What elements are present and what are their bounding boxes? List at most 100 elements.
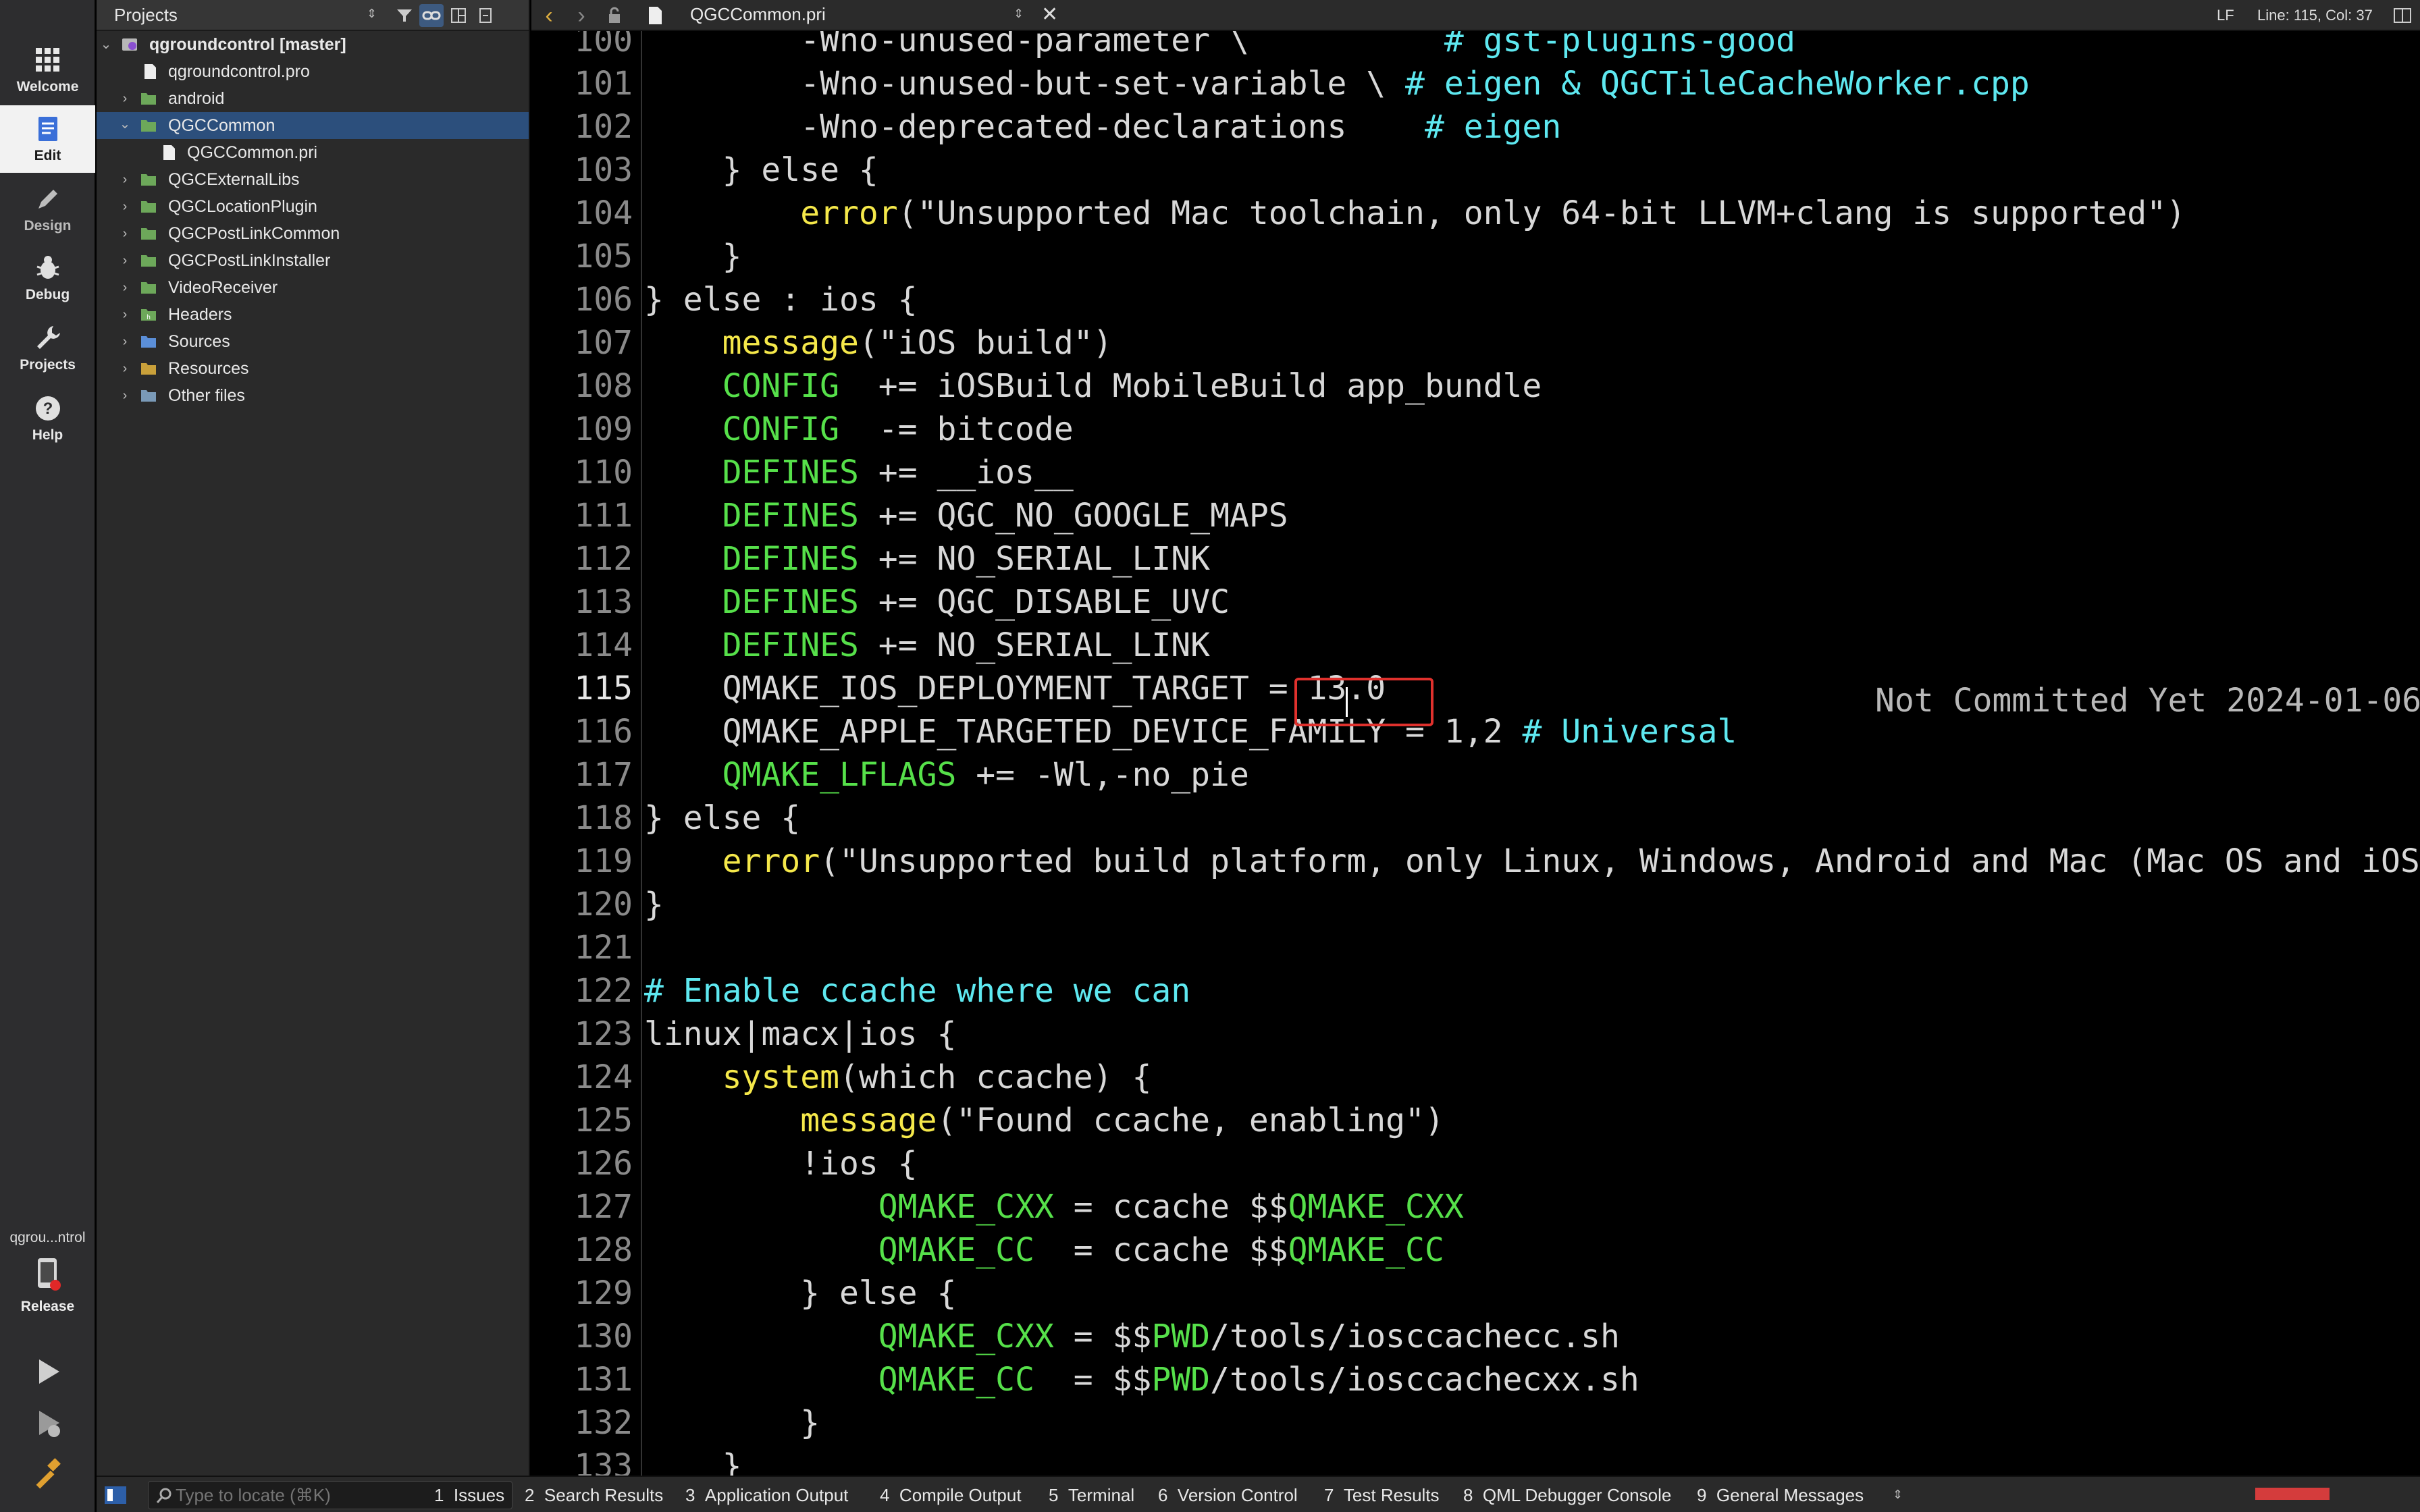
line-ending[interactable]: LF bbox=[2217, 7, 2234, 24]
filter-icon[interactable] bbox=[392, 4, 417, 27]
tree-item-headers[interactable]: › h Headers bbox=[97, 301, 529, 328]
pane-general-messages[interactable]: 9 General Messages bbox=[1697, 1485, 1864, 1506]
keyword-token: PWD bbox=[1151, 1361, 1211, 1399]
code-line[interactable]: } bbox=[644, 1401, 820, 1444]
code-line[interactable]: QMAKE_CC = $$PWD/tools/iosccachecxx.sh bbox=[644, 1358, 1639, 1401]
code-line[interactable]: error("Unsupported Mac toolchain, only 6… bbox=[644, 192, 2186, 235]
code-line[interactable]: QMAKE_LFLAGS += -Wl,-no_pie bbox=[644, 753, 1249, 796]
pane-version-control[interactable]: 6 Version Control bbox=[1158, 1485, 1298, 1506]
tree-item-label: QGCPostLinkCommon bbox=[168, 224, 340, 243]
tree-item-resources[interactable]: › Resources bbox=[97, 355, 529, 382]
code-line[interactable]: } bbox=[644, 883, 664, 926]
mode-help[interactable]: ? Help bbox=[0, 385, 95, 452]
code-editor[interactable]: 100 -Wno-unused-parameter \ # gst-plugin… bbox=[531, 31, 2420, 1476]
tree-item-qgcpostlinkcommon[interactable]: › QGCPostLinkCommon bbox=[97, 220, 529, 247]
function-token: error bbox=[722, 842, 820, 880]
tree-item-android[interactable]: › android bbox=[97, 85, 529, 112]
close-icon[interactable]: ✕ bbox=[1041, 3, 1058, 26]
code-line[interactable]: CONFIG -= bitcode bbox=[644, 408, 1074, 451]
chevron-right-icon[interactable]: › bbox=[118, 335, 132, 348]
code-line[interactable]: DEFINES += NO_SERIAL_LINK bbox=[644, 624, 1210, 667]
code-line[interactable]: message("iOS build") bbox=[644, 321, 1113, 364]
tree-item-pro-file[interactable]: qgroundcontrol.pro bbox=[97, 58, 529, 85]
code-line[interactable]: DEFINES += QGC_DISABLE_UVC bbox=[644, 580, 1230, 624]
chevron-updown-icon[interactable]: ⇕ bbox=[1893, 1488, 1903, 1502]
pane-terminal[interactable]: 5 Terminal bbox=[1049, 1485, 1134, 1506]
tree-item-other-files[interactable]: › Other files bbox=[97, 382, 529, 409]
chevron-right-icon[interactable]: › bbox=[118, 362, 132, 375]
tree-item-qgcpostlinkinstaller[interactable]: › QGCPostLinkInstaller bbox=[97, 247, 529, 274]
build-hammer-icon[interactable] bbox=[30, 1457, 65, 1492]
code-line[interactable]: error("Unsupported build platform, only … bbox=[644, 840, 2420, 883]
pane-issues[interactable]: 1 Issues bbox=[434, 1485, 504, 1506]
link-icon[interactable] bbox=[419, 4, 444, 27]
code-line[interactable]: system(which ccache) { bbox=[644, 1056, 1152, 1099]
code-line[interactable]: DEFINES += QGC_NO_GOOGLE_MAPS bbox=[644, 494, 1288, 537]
projects-view-selector[interactable]: Projects bbox=[114, 5, 178, 26]
chevron-right-icon[interactable]: › bbox=[118, 254, 132, 267]
pane-test-results[interactable]: 7 Test Results bbox=[1324, 1485, 1440, 1506]
code-line[interactable]: QMAKE_APPLE_TARGETED_DEVICE_FAMILY = 1,2… bbox=[644, 710, 1737, 753]
code-line[interactable]: DEFINES += NO_SERIAL_LINK bbox=[644, 537, 1210, 580]
tree-item-qgroundcontrol[interactable]: ⌄ qgroundcontrol [master] bbox=[97, 31, 529, 58]
lock-icon[interactable] bbox=[607, 7, 622, 24]
chevron-right-icon[interactable]: › bbox=[118, 281, 132, 294]
code-line[interactable]: message("Found ccache, enabling") bbox=[644, 1099, 1444, 1142]
code-line[interactable]: } else : ios { bbox=[644, 278, 918, 321]
cursor-position[interactable]: Line: 115, Col: 37 bbox=[2257, 7, 2373, 24]
tree-item-qgclocationplugin[interactable]: › QGCLocationPlugin bbox=[97, 193, 529, 220]
open-document-selector[interactable]: QGCCommon.pri bbox=[690, 4, 826, 25]
run-icon[interactable] bbox=[30, 1354, 65, 1389]
pane-qml-debugger-console[interactable]: 8 QML Debugger Console bbox=[1463, 1485, 1671, 1506]
code-line[interactable]: } else { bbox=[644, 1272, 956, 1315]
chevron-right-icon[interactable]: › bbox=[118, 227, 132, 240]
mode-edit[interactable]: Edit bbox=[0, 105, 95, 173]
code-line[interactable]: QMAKE_IOS_DEPLOYMENT_TARGET = 13.0 bbox=[644, 667, 1386, 710]
chevron-down-icon[interactable]: ⌄ bbox=[118, 117, 132, 131]
chevron-right-icon[interactable]: › bbox=[118, 200, 132, 213]
tree-item-qgcexternallibs[interactable]: › QGCExternalLibs bbox=[97, 166, 529, 193]
chevron-right-icon[interactable]: › bbox=[118, 173, 132, 186]
tree-item-qgccommon[interactable]: ⌄ QGCCommon bbox=[97, 112, 529, 139]
code-line[interactable]: -Wno-deprecated-declarations # eigen bbox=[644, 105, 1561, 148]
pane-search-results[interactable]: 2 Search Results bbox=[525, 1485, 663, 1506]
split-editor-icon[interactable] bbox=[2392, 7, 2413, 24]
chevron-right-icon[interactable]: › bbox=[118, 389, 132, 402]
tree-item-qgccommon-pri[interactable]: QGCCommon.pri bbox=[97, 139, 529, 166]
toggle-sidebar-icon[interactable] bbox=[103, 1485, 128, 1505]
close-pane-icon[interactable] bbox=[473, 4, 498, 27]
chevron-right-icon[interactable]: › bbox=[118, 92, 132, 105]
locator-input[interactable] bbox=[176, 1484, 459, 1506]
pane-compile-output[interactable]: 4 Compile Output bbox=[880, 1485, 1022, 1506]
code-line[interactable]: linux|macx|ios { bbox=[644, 1013, 956, 1056]
forward-arrow-icon[interactable]: › bbox=[568, 3, 595, 28]
mode-welcome[interactable]: Welcome bbox=[0, 36, 95, 104]
folder-icon bbox=[141, 228, 156, 240]
tree-item-videoreceiver[interactable]: › VideoReceiver bbox=[97, 274, 529, 301]
code-line[interactable]: !ios { bbox=[644, 1142, 917, 1185]
code-line[interactable]: QMAKE_CXX = $$PWD/tools/iosccachecc.sh bbox=[644, 1315, 1620, 1358]
back-arrow-icon[interactable]: ‹ bbox=[535, 3, 562, 28]
debug-run-icon[interactable] bbox=[30, 1405, 65, 1440]
code-line[interactable]: CONFIG += iOSBuild MobileBuild app_bundl… bbox=[644, 364, 1542, 408]
tree-item-sources[interactable]: › Sources bbox=[97, 328, 529, 355]
code-line[interactable]: } bbox=[644, 1444, 742, 1476]
code-line[interactable]: QMAKE_CC = ccache $$QMAKE_CC bbox=[644, 1228, 1444, 1272]
code-line[interactable]: # Enable ccache where we can bbox=[644, 969, 1190, 1013]
mode-projects[interactable]: Projects bbox=[0, 315, 95, 382]
code-line[interactable]: } else { bbox=[644, 796, 800, 840]
pane-application-output[interactable]: 3 Application Output bbox=[685, 1485, 848, 1506]
code-line[interactable]: } else { bbox=[644, 148, 878, 192]
code-line[interactable]: -Wno-unused-but-set-variable \ # eigen &… bbox=[644, 62, 2030, 105]
chevron-down-icon[interactable]: ⌄ bbox=[99, 38, 113, 51]
chevron-right-icon[interactable]: › bbox=[118, 308, 132, 321]
line-number: 103 bbox=[574, 151, 633, 189]
kit-selector[interactable]: Release bbox=[0, 1254, 95, 1322]
code-line[interactable]: QMAKE_CXX = ccache $$QMAKE_CXX bbox=[644, 1185, 1464, 1228]
mode-debug[interactable]: Debug bbox=[0, 244, 95, 312]
code-line[interactable]: -Wno-unused-parameter \ # gst-plugins-go… bbox=[644, 31, 1795, 62]
split-icon[interactable] bbox=[446, 4, 471, 27]
mode-design[interactable]: Design bbox=[0, 176, 95, 243]
code-line[interactable]: DEFINES += __ios__ bbox=[644, 451, 1074, 494]
code-line[interactable]: } bbox=[644, 235, 742, 278]
